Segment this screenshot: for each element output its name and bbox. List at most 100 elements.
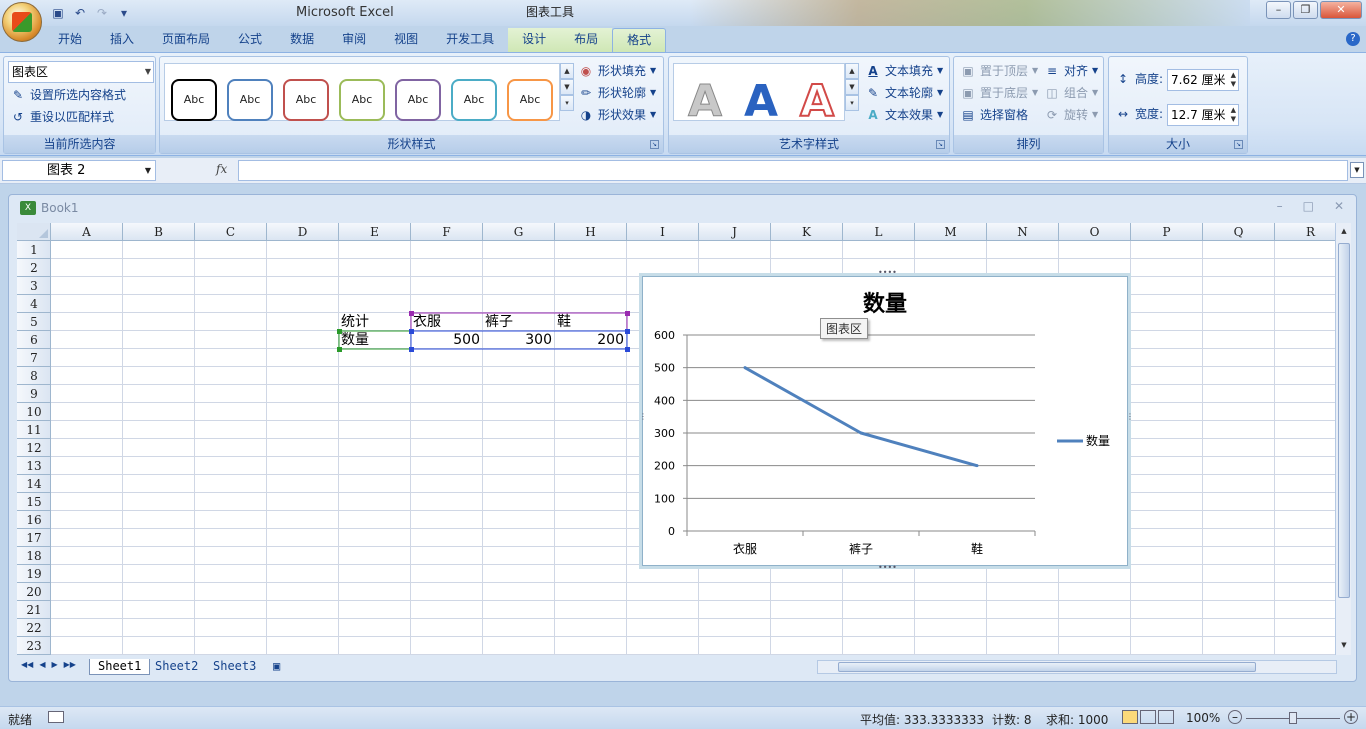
gallery-up-icon[interactable]: ▲ — [560, 63, 574, 79]
row-header[interactable]: 15 — [17, 493, 51, 511]
row-header[interactable]: 7 — [17, 349, 51, 367]
shape-style-swatch[interactable]: Abc — [451, 79, 497, 121]
selection-pane-button[interactable]: ▤ 选择窗格 — [960, 105, 1028, 125]
gallery-down-icon[interactable]: ▼ — [845, 79, 859, 95]
zoom-slider-thumb[interactable] — [1289, 712, 1297, 724]
row-header[interactable]: 5 — [17, 313, 51, 331]
cell-F6[interactable]: 500 — [413, 331, 483, 349]
column-header[interactable]: J — [699, 223, 771, 241]
column-header[interactable]: K — [771, 223, 843, 241]
resize-handle-bottom[interactable]: •••• — [878, 564, 897, 572]
row-header[interactable]: 8 — [17, 367, 51, 385]
last-sheet-icon[interactable]: ▶▶ — [64, 660, 76, 669]
formula-input[interactable] — [238, 160, 1348, 181]
cell-F5[interactable]: 衣服 — [413, 313, 483, 331]
column-header[interactable]: N — [987, 223, 1059, 241]
tab-8[interactable]: 设计 — [508, 28, 561, 52]
macro-record-icon[interactable] — [48, 711, 64, 723]
shape-style-swatch[interactable]: Abc — [283, 79, 329, 121]
spinner-icon[interactable]: ▲ ▼ — [1231, 106, 1236, 124]
redo-icon[interactable]: ↷ — [94, 5, 110, 21]
page-layout-view-icon[interactable] — [1140, 710, 1156, 724]
column-header[interactable]: C — [195, 223, 267, 241]
select-all-button[interactable] — [17, 223, 51, 241]
resize-handle-right[interactable]: ⋮ — [1126, 413, 1134, 421]
restore-button[interactable]: ❐ — [1293, 1, 1318, 19]
row-header[interactable]: 2 — [17, 259, 51, 277]
tab-7[interactable]: 开发工具 — [432, 28, 508, 52]
row-header[interactable]: 4 — [17, 295, 51, 313]
height-input[interactable]: 7.62 厘米 ▲ ▼ — [1167, 69, 1239, 91]
wordart-gray[interactable]: A — [680, 77, 730, 126]
scroll-down-icon[interactable]: ▼ — [1338, 641, 1350, 651]
row-header[interactable]: 14 — [17, 475, 51, 493]
column-header[interactable]: D — [267, 223, 339, 241]
cell-H6[interactable]: 200 — [557, 331, 627, 349]
zoom-level[interactable]: 100% — [1186, 711, 1220, 725]
chart-area[interactable]: 数量 0 100 200 300 400 500 600 衣服 裤子 鞋 数量 — [639, 273, 1131, 569]
cell-G5[interactable]: 裤子 — [485, 313, 555, 331]
sheet-tab-1[interactable]: Sheet1 — [89, 659, 151, 675]
reset-style-button[interactable]: ↺ 重设以匹配样式 — [10, 107, 114, 127]
vertical-scroll-thumb[interactable] — [1338, 243, 1350, 598]
text-fill-button[interactable]: A 文本填充 ▼ — [865, 61, 943, 81]
shape-effects-button[interactable]: ◑ 形状效果 ▼ — [578, 105, 656, 125]
maximize-icon[interactable]: □ — [1303, 199, 1314, 213]
next-sheet-icon[interactable]: ▶ — [51, 660, 57, 669]
data-point[interactable] — [975, 464, 979, 468]
group-button[interactable]: ◫ 组合 ▼ — [1044, 83, 1098, 103]
shape-style-swatch[interactable]: Abc — [339, 79, 385, 121]
row-header[interactable]: 18 — [17, 547, 51, 565]
resize-handle-left[interactable]: ⋮ — [639, 413, 647, 421]
row-header[interactable]: 12 — [17, 439, 51, 457]
data-point[interactable] — [743, 366, 747, 370]
column-header[interactable]: H — [555, 223, 627, 241]
row-header[interactable]: 9 — [17, 385, 51, 403]
minimize-button[interactable]: – — [1266, 1, 1291, 19]
wordart-red[interactable]: A — [792, 77, 842, 127]
normal-view-icon[interactable] — [1122, 710, 1138, 724]
shape-style-swatch[interactable]: Abc — [395, 79, 441, 121]
dialog-launcher-icon[interactable]: ↘ — [936, 140, 945, 149]
minimize-icon[interactable]: – — [1277, 199, 1283, 213]
cell-H5[interactable]: 鞋 — [557, 313, 627, 331]
gallery-more-icon[interactable]: ▾ — [560, 95, 574, 111]
page-break-view-icon[interactable] — [1158, 710, 1174, 724]
row-header[interactable]: 19 — [17, 565, 51, 583]
row-header[interactable]: 3 — [17, 277, 51, 295]
column-header[interactable]: B — [123, 223, 195, 241]
prev-sheet-icon[interactable]: ◀ — [39, 660, 45, 669]
cell-E5[interactable]: 统计 — [341, 313, 411, 331]
insert-function-icon[interactable]: fx — [216, 162, 227, 176]
insert-sheet-icon[interactable]: ▣ — [265, 659, 288, 675]
name-box[interactable]: 图表 2 ▼ — [2, 160, 156, 181]
zoom-in-icon[interactable]: + — [1344, 710, 1358, 724]
row-header[interactable]: 21 — [17, 601, 51, 619]
dialog-launcher-icon[interactable]: ↘ — [1234, 140, 1243, 149]
row-header[interactable]: 11 — [17, 421, 51, 439]
column-header[interactable]: P — [1131, 223, 1203, 241]
text-effects-button[interactable]: A 文本效果 ▼ — [865, 105, 943, 125]
column-header[interactable]: Q — [1203, 223, 1275, 241]
row-header[interactable]: 23 — [17, 637, 51, 655]
spinner-icon[interactable]: ▲ ▼ — [1231, 71, 1236, 89]
undo-icon[interactable]: ↶ — [72, 5, 88, 21]
column-header[interactable]: L — [843, 223, 915, 241]
horizontal-scroll-thumb[interactable] — [838, 662, 1256, 672]
send-to-back-button[interactable]: ▣ 置于底层 ▼ — [960, 83, 1038, 103]
rotate-button[interactable]: ⟳ 旋转 ▼ — [1044, 105, 1098, 125]
shape-fill-button[interactable]: ◉ 形状填充 ▼ — [578, 61, 656, 81]
gallery-down-icon[interactable]: ▼ — [560, 79, 574, 95]
gallery-more-icon[interactable]: ▾ — [845, 95, 859, 111]
column-header[interactable]: F — [411, 223, 483, 241]
save-icon[interactable]: ▣ — [50, 5, 66, 21]
scroll-up-icon[interactable]: ▲ — [1338, 227, 1350, 237]
wordart-blue[interactable]: A — [736, 78, 786, 126]
shape-style-swatch[interactable]: Abc — [171, 79, 217, 121]
row-header[interactable]: 1 — [17, 241, 51, 259]
align-button[interactable]: ≡ 对齐 ▼ — [1044, 61, 1098, 81]
row-header[interactable]: 13 — [17, 457, 51, 475]
office-button[interactable] — [2, 2, 42, 42]
first-sheet-icon[interactable]: ◀◀ — [21, 660, 33, 669]
column-header[interactable]: M — [915, 223, 987, 241]
